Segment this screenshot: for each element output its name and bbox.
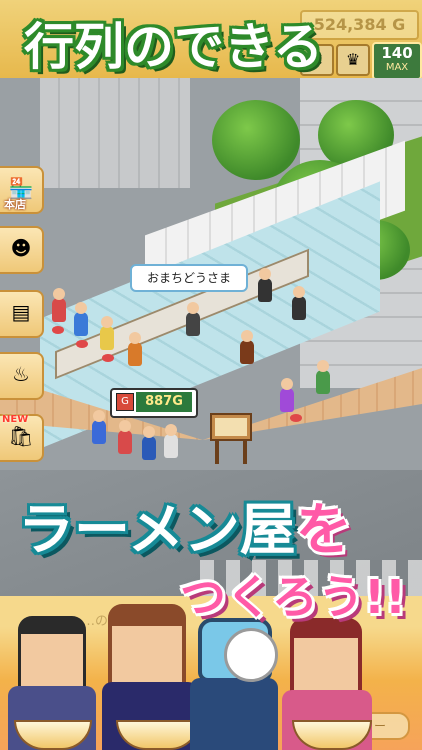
character-girl-red-bow	[272, 610, 382, 750]
staff-icon: ☻	[10, 236, 32, 260]
chef[interactable]	[292, 286, 306, 320]
pot-icon: ♨	[12, 362, 30, 386]
new-badge: NEW	[2, 414, 29, 425]
earnings-popup: G 887G	[110, 388, 198, 418]
stool	[76, 340, 88, 348]
waiter[interactable]	[240, 330, 254, 364]
menu-board-icon: ▤	[11, 300, 31, 324]
customer[interactable]	[280, 378, 294, 412]
headline-mid-particle: を	[295, 498, 352, 563]
receipt-icon: G	[116, 393, 134, 411]
game-screen: 524,384 G ✕ ♛ 140 MAX おまちどうさま G 887G 🏪 本…	[0, 0, 422, 750]
plate-icon	[224, 628, 278, 682]
customer[interactable]	[128, 332, 142, 366]
character-man-glasses	[0, 610, 110, 750]
shopping-bag-icon: 🛍	[8, 424, 34, 448]
background-building	[40, 78, 190, 188]
pot-button[interactable]: ♨	[0, 352, 44, 400]
headline-mid-main: ラーメン屋	[18, 498, 296, 563]
menu-board-button[interactable]: ▤	[0, 290, 44, 338]
main-store-button[interactable]: 🏪 本店	[0, 166, 44, 214]
speech-bubble: おまちどうさま	[130, 264, 248, 292]
shop-signboard[interactable]	[205, 408, 257, 466]
headline-top: 行列のできる	[24, 18, 323, 76]
storefront-icon: 🏪	[8, 176, 34, 200]
staff-button[interactable]: ☻	[0, 226, 44, 274]
waiter[interactable]	[186, 302, 200, 336]
customer[interactable]	[316, 360, 330, 394]
queue-customer[interactable]	[142, 426, 156, 460]
main-store-label: 本店	[4, 198, 26, 211]
queue-customer[interactable]	[92, 410, 106, 444]
stool	[102, 354, 114, 362]
chef[interactable]	[258, 268, 272, 302]
stool	[290, 414, 302, 422]
queue-customer[interactable]	[164, 424, 178, 458]
shop-bag-button[interactable]: NEW 🛍	[0, 414, 44, 462]
customer[interactable]	[100, 316, 114, 350]
headline-mid: ラーメン屋を	[18, 496, 418, 566]
trophy-icon[interactable]: ♛	[336, 44, 370, 76]
customer[interactable]	[74, 302, 88, 336]
capacity-value: 140	[381, 44, 413, 62]
capacity-badge: 140 MAX	[372, 42, 422, 80]
capacity-label: MAX	[385, 62, 409, 73]
headline-bottom: つくろう!!	[180, 570, 406, 624]
queue-customer[interactable]	[118, 420, 132, 454]
stool	[52, 326, 64, 334]
customer[interactable]	[52, 288, 66, 322]
earnings-amount: 887G	[136, 392, 192, 412]
tree	[212, 100, 300, 180]
